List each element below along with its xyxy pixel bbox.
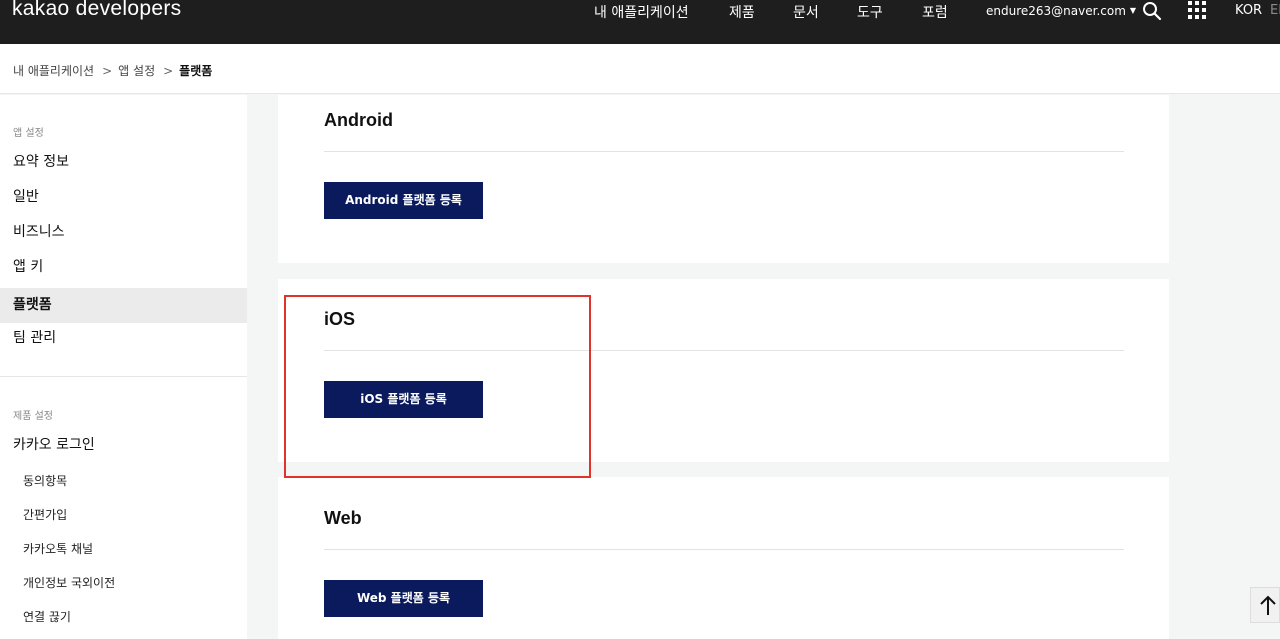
- section-divider: [324, 350, 1124, 351]
- sidebar-item-platform[interactable]: 플랫폼: [0, 288, 247, 323]
- sidebar-heading-product-settings: 제품 설정: [13, 411, 53, 422]
- web-section-title: Web: [324, 508, 362, 528]
- ios-platform-panel: iOS iOS 플랫폼 등록: [278, 279, 1169, 462]
- web-platform-panel: Web Web 플랫폼 등록: [278, 477, 1169, 639]
- sidebar-subitem-kakaotalk-channel[interactable]: 카카오톡 채널: [0, 532, 247, 566]
- nav-products[interactable]: 제품: [729, 2, 755, 22]
- section-divider: [324, 151, 1124, 152]
- nav-forum[interactable]: 포럼: [922, 2, 948, 22]
- nav-tools[interactable]: 도구: [857, 2, 883, 22]
- nav-docs[interactable]: 문서: [793, 2, 819, 22]
- breadcrumb-my-applications[interactable]: 내 애플리케이션: [13, 64, 94, 78]
- android-section-title: Android: [324, 110, 393, 130]
- register-web-button[interactable]: Web 플랫폼 등록: [324, 580, 483, 617]
- kakao-developers-logo[interactable]: kakao developers: [12, 0, 181, 21]
- register-ios-button[interactable]: iOS 플랫폼 등록: [324, 381, 483, 418]
- breadcrumb-bar: 내 애플리케이션 > 앱 설정 > 플랫폼: [0, 44, 1280, 94]
- section-divider: [324, 549, 1124, 550]
- sidebar-subitem-simple-signup[interactable]: 간편가입: [0, 498, 247, 532]
- apps-grid-icon[interactable]: [1187, 0, 1207, 20]
- android-platform-panel: Android Android 플랫폼 등록: [278, 95, 1169, 263]
- scroll-to-top-button[interactable]: [1250, 587, 1280, 623]
- user-account-menu[interactable]: endure263@naver.com ▼: [986, 4, 1136, 18]
- sidebar-item-summary[interactable]: 요약 정보: [0, 145, 247, 180]
- sidebar-item-app-key[interactable]: 앱 키: [0, 250, 247, 285]
- search-icon[interactable]: [1142, 1, 1162, 21]
- sidebar-heading-app-settings: 앱 설정: [13, 128, 44, 139]
- sidebar-divider: [0, 376, 247, 377]
- breadcrumb: 내 애플리케이션 > 앱 설정 > 플랫폼: [13, 62, 212, 79]
- sidebar-item-business[interactable]: 비즈니스: [0, 215, 247, 250]
- sidebar-item-team[interactable]: 팀 관리: [0, 321, 247, 356]
- breadcrumb-app-settings[interactable]: 앱 설정: [118, 64, 155, 78]
- sidebar-subitem-overseas-transfer[interactable]: 개인정보 국외이전: [0, 566, 247, 600]
- top-navigation-bar: kakao developers 내 애플리케이션 제품 문서 도구 포럼 en…: [0, 0, 1280, 44]
- arrow-up-icon: [1260, 595, 1276, 615]
- language-kor[interactable]: KOR: [1235, 3, 1262, 18]
- language-en[interactable]: EN: [1270, 3, 1280, 18]
- nav-my-applications[interactable]: 내 애플리케이션: [594, 2, 689, 22]
- sidebar: 앱 설정 요약 정보 일반 비즈니스 앱 키 플랫폼 팀 관리 제품 설정 카카…: [0, 95, 247, 639]
- sidebar-subitem-consent[interactable]: 동의항목: [0, 464, 247, 498]
- user-email: endure263@naver.com: [986, 4, 1126, 18]
- breadcrumb-current-platform: 플랫폼: [179, 64, 213, 78]
- sidebar-item-general[interactable]: 일반: [0, 180, 247, 215]
- sidebar-subitem-unlink[interactable]: 연결 끊기: [0, 600, 247, 634]
- caret-down-icon: ▼: [1129, 6, 1137, 15]
- sidebar-item-kakao-login[interactable]: 카카오 로그인: [0, 428, 247, 463]
- breadcrumb-separator: >: [102, 64, 113, 78]
- register-android-button[interactable]: Android 플랫폼 등록: [324, 182, 483, 219]
- breadcrumb-separator: >: [163, 64, 174, 78]
- ios-section-title: iOS: [324, 309, 356, 329]
